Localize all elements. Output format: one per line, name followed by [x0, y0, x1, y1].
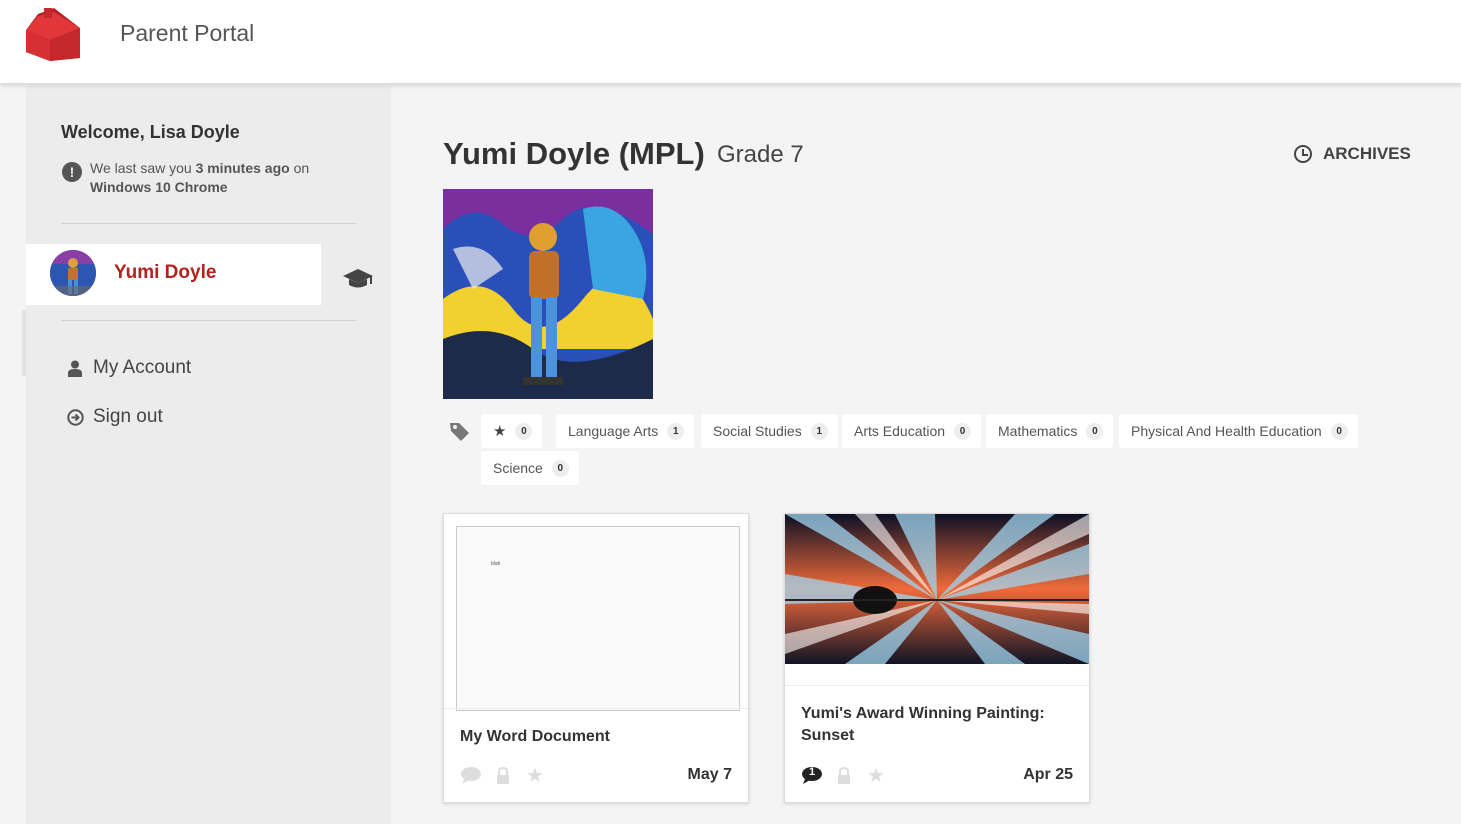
tag-count: 0 [551, 459, 569, 477]
student-grade: Grade 7 [717, 141, 804, 168]
main-content: Yumi Doyle (MPL) Grade 7 ARCHIVES ★ 0 La… [391, 86, 1461, 824]
post-footer: ★ May 7 [460, 764, 732, 787]
divider [61, 223, 356, 224]
tag-count: 0 [1086, 422, 1104, 440]
sign-out-icon [66, 408, 84, 426]
preview-text: blah [491, 561, 501, 567]
last-seen-prefix: We last saw you [90, 160, 192, 176]
tag-label: Physical And Health Education [1131, 423, 1322, 439]
top-bar: Parent Portal [0, 0, 1461, 84]
tag-count: 0 [515, 422, 533, 440]
tag-science[interactable]: Science 0 [481, 451, 579, 485]
schoolhouse-logo-icon[interactable] [24, 6, 84, 64]
comment-icon[interactable] [460, 765, 482, 785]
star-icon[interactable]: ★ [865, 765, 887, 787]
document-preview: blah [456, 526, 740, 711]
app-title: Parent Portal [120, 20, 255, 46]
tag-count: 0 [954, 422, 972, 440]
post-title: Yumi's Award Winning Painting: Sunset [801, 705, 1045, 744]
comment-icon[interactable]: 1 [801, 765, 823, 785]
divider [61, 320, 356, 321]
divider [444, 708, 748, 709]
student-name: Yumi Doyle [114, 262, 217, 283]
star-icon[interactable]: ★ [524, 765, 546, 787]
tag-label: Language Arts [568, 423, 659, 439]
post-title: My Word Document [460, 728, 610, 745]
post-card-word-document[interactable]: blah My Word Document ★ May 7 [443, 513, 749, 803]
star-icon: ★ [493, 423, 507, 440]
archives-label: ARCHIVES [1323, 144, 1411, 163]
student-avatar [50, 250, 96, 296]
tag-social-studies[interactable]: Social Studies 1 [701, 414, 838, 448]
tag-language-arts[interactable]: Language Arts 1 [556, 414, 695, 448]
nav-sign-out[interactable]: Sign out [66, 406, 163, 428]
archives-button[interactable]: ARCHIVES [1294, 144, 1411, 164]
post-date: May 7 [687, 766, 732, 783]
clock-icon [1294, 145, 1312, 163]
exclamation-icon: ! [62, 162, 82, 182]
welcome-text: Welcome, Lisa Doyle [61, 122, 240, 142]
lock-icon[interactable] [492, 765, 514, 785]
painting-image [785, 514, 1089, 664]
tag-label: Arts Education [854, 423, 946, 439]
tag-count: 1 [810, 422, 828, 440]
last-seen-time: 3 minutes ago [195, 160, 290, 176]
nav-my-account-label: My Account [93, 357, 192, 378]
tag-count: 0 [1330, 422, 1348, 440]
user-icon [66, 359, 84, 377]
post-card-painting[interactable]: Yumi's Award Winning Painting: Sunset 1 … [784, 513, 1090, 803]
sidebar-edge [22, 310, 26, 376]
nav-my-account[interactable]: My Account [66, 357, 191, 379]
divider [785, 685, 1089, 686]
tag-mathematics[interactable]: Mathematics 0 [986, 414, 1114, 448]
student-selector-yumi[interactable]: Yumi Doyle [26, 244, 321, 305]
tag-arts-education[interactable]: Arts Education 0 [842, 414, 982, 448]
graduation-cap-icon[interactable] [342, 266, 374, 290]
student-title: Yumi Doyle (MPL) [443, 136, 705, 171]
tag-physical-health-education[interactable]: Physical And Health Education 0 [1119, 414, 1358, 448]
post-date: Apr 25 [1023, 766, 1073, 783]
post-footer: 1 ★ Apr 25 [801, 764, 1073, 787]
nav-sign-out-label: Sign out [93, 406, 163, 427]
last-seen-device: Windows 10 Chrome [90, 179, 228, 195]
tag-count: 1 [667, 422, 685, 440]
comment-count: 1 [808, 766, 816, 778]
tag-label: Social Studies [713, 423, 802, 439]
tag-icon [449, 421, 471, 443]
lock-icon[interactable] [833, 765, 855, 785]
tag-starred[interactable]: ★ 0 [481, 414, 543, 448]
tag-label: Science [493, 460, 543, 476]
sidebar: Welcome, Lisa Doyle ! We last saw you 3 … [22, 86, 391, 824]
tag-label: Mathematics [998, 423, 1078, 439]
last-seen-on: on [293, 160, 310, 176]
student-photo [443, 189, 653, 399]
